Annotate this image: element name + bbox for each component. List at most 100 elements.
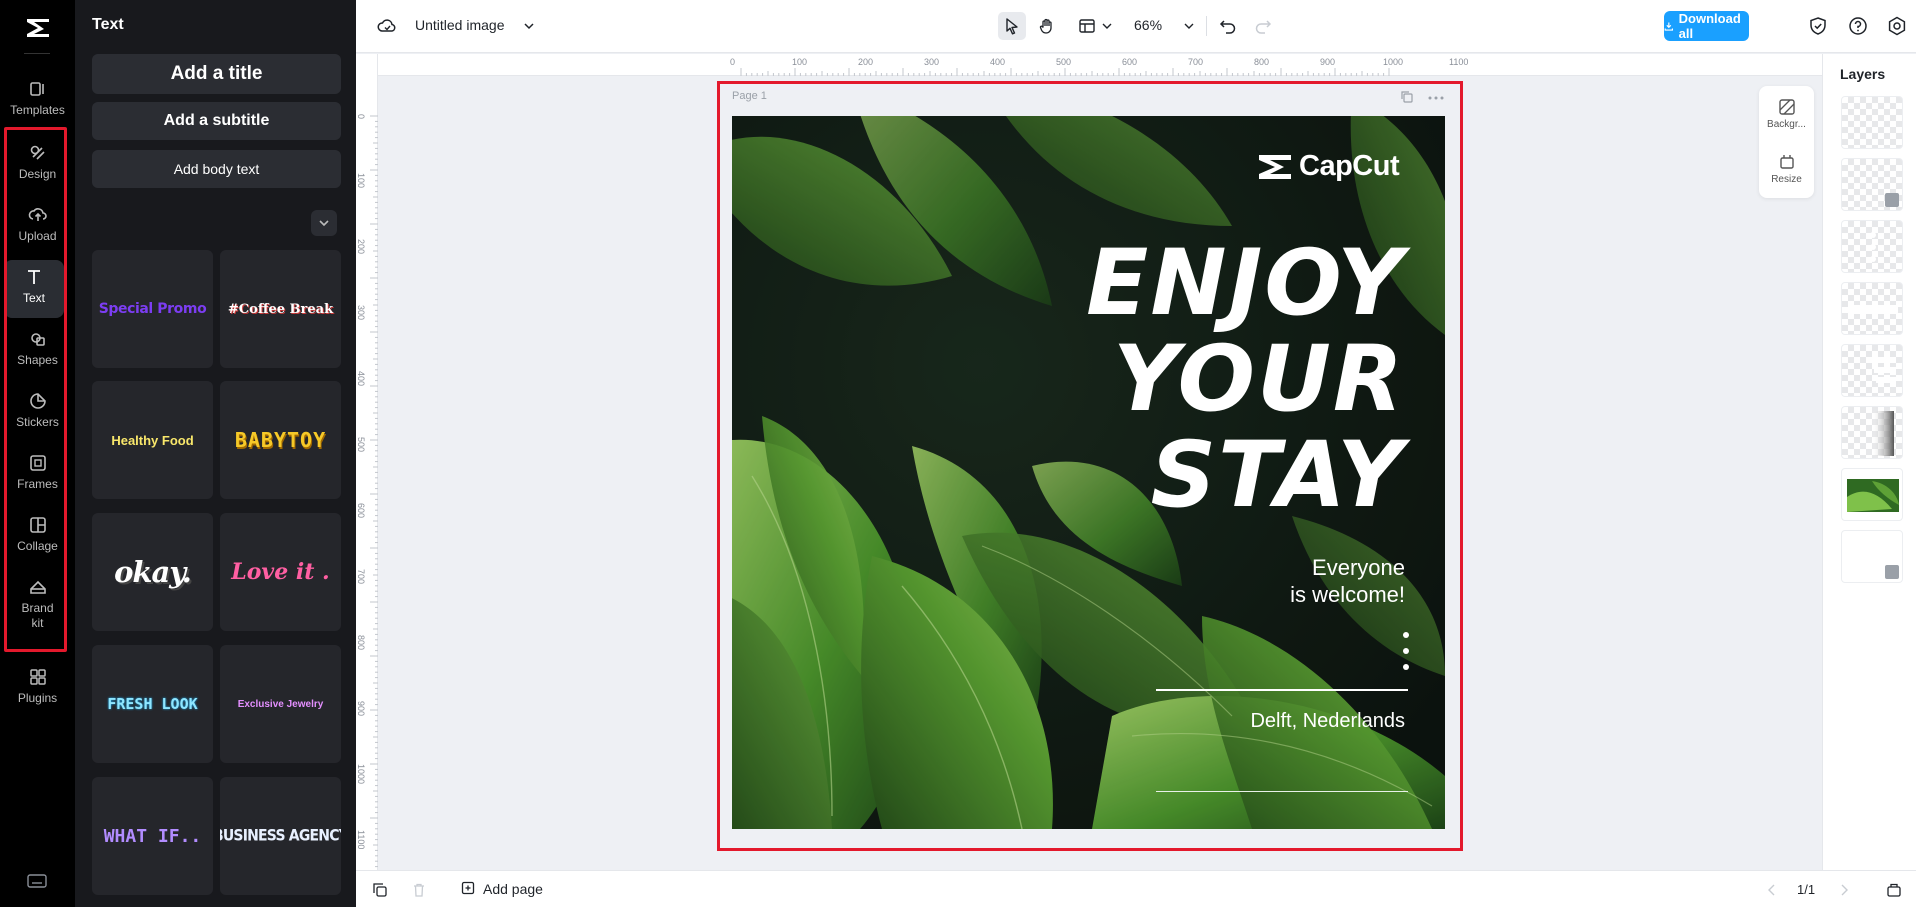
document-title[interactable]: Untitled image: [415, 17, 505, 33]
page-selection-highlight: [717, 81, 1463, 851]
ruler-label: 600: [1122, 57, 1138, 67]
capcut-logo-icon[interactable]: [22, 12, 54, 44]
add-body-text-button[interactable]: Add body text: [92, 150, 341, 188]
text-preset-card[interactable]: Special Promo: [92, 250, 213, 368]
add-subtitle-button[interactable]: Add a subtitle: [92, 102, 341, 140]
top-bar: Untitled image 66% Download all: [356, 0, 1916, 53]
add-page-icon: [461, 881, 475, 895]
left-rail: Templates Design Upload Text Shapes Stic…: [0, 0, 75, 907]
text-preset-card[interactable]: #Coffee Break: [220, 250, 341, 368]
layer-thumbnail[interactable]: [1841, 530, 1903, 583]
hand-icon: [1039, 18, 1052, 34]
ruler-label: 600: [356, 503, 366, 519]
layer-thumbnail[interactable]: [1841, 220, 1903, 273]
text-preset-card[interactable]: okay.: [92, 513, 213, 631]
ruler-label: 900: [1320, 57, 1336, 67]
layer-thumbnail[interactable]: [1841, 468, 1903, 521]
ruler-label: 1000: [1383, 57, 1404, 67]
download-all-button[interactable]: Download all: [1664, 11, 1749, 41]
chevron-down-icon[interactable]: [522, 19, 536, 33]
layer-thumbnail[interactable]: [1841, 282, 1903, 335]
chevron-down-icon[interactable]: [1101, 20, 1113, 32]
ruler-label: 500: [1056, 57, 1072, 67]
settings-icon[interactable]: [1886, 15, 1908, 37]
layer-thumbnail[interactable]: [1841, 344, 1903, 397]
next-page-icon[interactable]: [1836, 882, 1852, 898]
preset-label: BUSINESS AGENCY: [220, 826, 341, 846]
text-preset-card[interactable]: BUSINESS AGENCY: [220, 777, 341, 895]
vertical-ruler: 0 100 200 300 400 500 600 700 800 900 10…: [356, 54, 378, 870]
download-all-label: Download all: [1678, 11, 1741, 41]
expand-presets-button[interactable]: [311, 210, 337, 236]
layout-tool-button[interactable]: [1073, 12, 1101, 40]
background-tool-label: Backgr...: [1767, 119, 1806, 130]
background-tool-button[interactable]: Backgr...: [1759, 98, 1814, 130]
add-page-button[interactable]: Add page: [461, 881, 543, 897]
zoom-level[interactable]: 66%: [1134, 17, 1162, 33]
preset-label: WHAT IF..: [103, 825, 202, 847]
image-layer-preview: [1847, 479, 1899, 512]
logo-layer-preview: [1848, 305, 1898, 314]
rail-item-label: Plugins: [17, 691, 58, 705]
preset-label: Love it .: [231, 559, 330, 585]
layer-type-icon: [1885, 565, 1899, 579]
pages-panel-icon[interactable]: [1886, 882, 1902, 898]
layer-type-icon: [1885, 193, 1899, 207]
shield-check-icon[interactable]: [1807, 15, 1829, 37]
help-icon[interactable]: [1847, 15, 1869, 37]
select-tool-button[interactable]: [998, 12, 1026, 40]
text-preset-card[interactable]: FRESH LOOK: [92, 645, 213, 763]
text-preset-card[interactable]: Love it .: [220, 513, 341, 631]
ruler-label: 0: [730, 57, 736, 67]
cloud-sync-icon[interactable]: [377, 16, 397, 36]
preset-label: Special Promo: [98, 301, 207, 317]
resize-tool-button[interactable]: Resize: [1759, 153, 1814, 185]
ruler-label: 0: [356, 114, 366, 120]
copy-page-icon[interactable]: [372, 882, 388, 898]
layers-title: Layers: [1840, 66, 1886, 82]
ruler-label: 200: [858, 57, 874, 67]
ruler-label: 1000: [356, 764, 366, 785]
cursor-icon: [1006, 18, 1018, 35]
ruler-label: 700: [1188, 57, 1204, 67]
canvas-side-tools: Backgr... Resize: [1759, 86, 1814, 198]
rail-item-plugins[interactable]: Plugins: [0, 667, 75, 725]
preset-label: #Coffee Break: [227, 301, 334, 317]
capcut-editor: Templates Design Upload Text Shapes Stic…: [0, 0, 1916, 907]
text-preset-card[interactable]: BABYTOY: [220, 381, 341, 499]
text-preset-card[interactable]: WHAT IF..: [92, 777, 213, 895]
ruler-label: 300: [924, 57, 940, 67]
toolbar-divider: [1206, 16, 1207, 36]
plugins-icon: [29, 669, 46, 685]
layer-thumbnail[interactable]: [1841, 406, 1903, 459]
chevron-down-icon[interactable]: [1183, 20, 1195, 32]
ruler-label: 1100: [356, 830, 366, 850]
rail-highlight-box: [4, 127, 67, 652]
keyboard-icon[interactable]: [27, 874, 47, 888]
ruler-label: 500: [356, 437, 366, 453]
redo-icon[interactable]: [1253, 16, 1273, 36]
hand-tool-button[interactable]: [1033, 12, 1061, 40]
layer-thumbnail[interactable]: [1841, 96, 1903, 149]
rail-divider: [24, 53, 50, 54]
trash-icon[interactable]: [411, 882, 427, 898]
ruler-label: 700: [356, 569, 366, 585]
download-icon: [1664, 21, 1674, 31]
text-preset-card[interactable]: Healthy Food: [92, 381, 213, 499]
previous-page-icon[interactable]: [1764, 882, 1780, 898]
bottom-bar: Add page 1/1: [356, 870, 1916, 907]
dots-layer-preview: [1870, 232, 1876, 262]
ruler-label: 400: [990, 57, 1006, 67]
templates-icon: [29, 82, 44, 96]
ruler-label: 400: [356, 371, 366, 387]
panel-title: Text: [92, 16, 124, 33]
layers-panel: Layers: [1822, 54, 1916, 870]
resize-icon: [1779, 155, 1794, 169]
layer-thumbnail[interactable]: [1841, 158, 1903, 211]
ruler-label: 300: [356, 305, 366, 321]
ruler-label: 800: [1254, 57, 1270, 67]
undo-icon[interactable]: [1218, 16, 1238, 36]
text-preset-card[interactable]: Exclusive Jewelry: [220, 645, 341, 763]
add-title-button[interactable]: Add a title: [92, 54, 341, 94]
page-count: 1/1: [1797, 882, 1816, 897]
